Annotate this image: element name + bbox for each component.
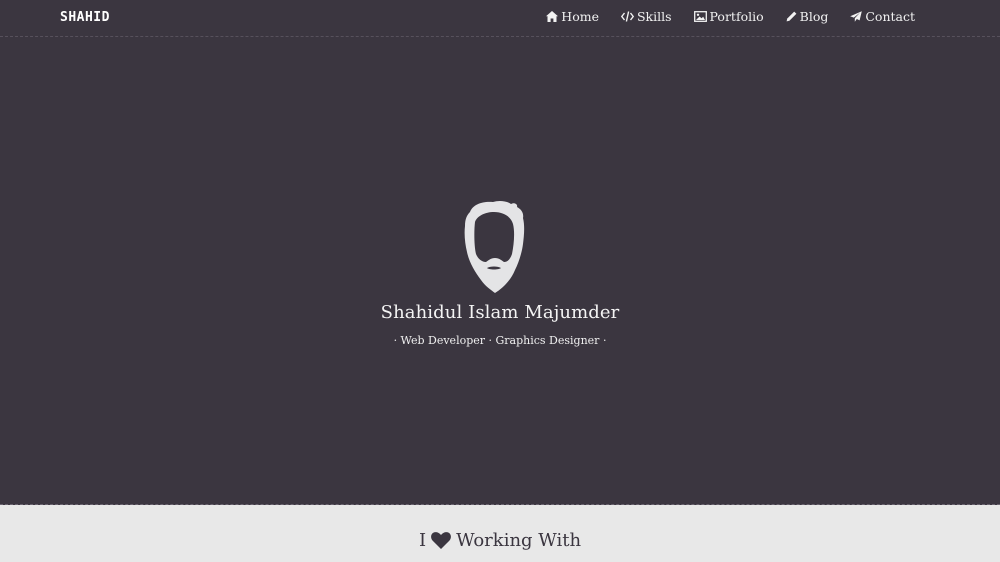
nav-item-label: Skills [636,9,672,24]
heart-icon [431,532,451,549]
image-icon [693,11,707,22]
section-title-suffix: Working With [456,530,582,551]
section-title-prefix: I [418,530,427,551]
nav-item-label: Contact [865,9,915,24]
section-title: I Working With [0,530,1000,551]
hero-name: Shahidul Islam Majumder [380,302,620,323]
home-icon [546,11,559,22]
nav-item-label: Blog [799,9,829,24]
bearded-face-icon [464,200,525,293]
nav-menu: Home Skills Portfolio Blog Contact [546,9,915,24]
nav-item-label: Home [561,9,599,24]
nav-item-blog[interactable]: Blog [786,9,829,24]
brand-logo[interactable]: SHAHID [60,10,110,25]
nav-item-skills[interactable]: Skills [620,9,672,24]
code-icon [620,11,634,22]
hero-section: SHAHID Home Skills Portfolio Blog Contac… [0,0,1000,505]
hero-tagline: · Web Developer · Graphics Designer · [393,334,607,347]
navbar: SHAHID Home Skills Portfolio Blog Contac… [0,0,1000,37]
paper-plane-icon [850,11,863,22]
nav-item-contact[interactable]: Contact [850,9,915,24]
nav-item-label: Portfolio [709,9,764,24]
pencil-icon [786,11,797,22]
nav-item-home[interactable]: Home [546,9,599,24]
nav-item-portfolio[interactable]: Portfolio [693,9,764,24]
